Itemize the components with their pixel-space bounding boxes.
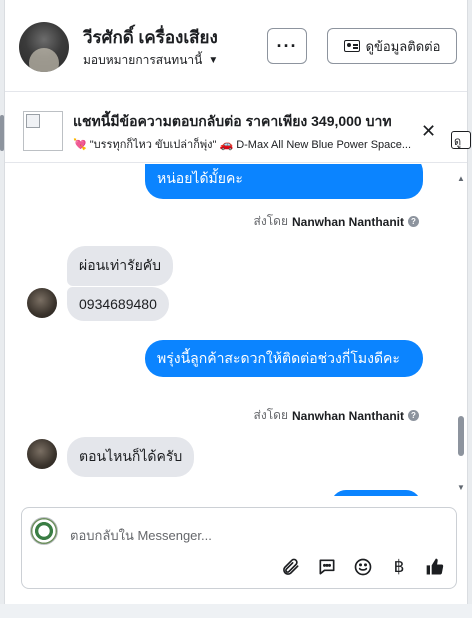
message-thread[interactable]: หน่อยได้มั้ยคะ ส่งโดย Nanwhan Nanthanit …: [5, 164, 467, 496]
message-bubble-incoming[interactable]: ผ่อนเท่ารัยคับ: [67, 246, 174, 286]
info-icon[interactable]: ?: [408, 216, 419, 227]
message-bubble-partial: [331, 490, 421, 496]
ad-thumbnail: [23, 111, 63, 151]
composer-toolbar: ฿: [280, 556, 446, 578]
baht-icon[interactable]: ฿: [388, 556, 410, 578]
conversation-panel: วีรศักดิ์ เครื่องเสียง มอบหมายการสนทนานี…: [4, 0, 471, 604]
ad-view-button[interactable]: ดู: [451, 131, 471, 149]
card-icon: [343, 40, 360, 52]
side-resize-handle[interactable]: [0, 115, 4, 151]
assign-label: มอบหมายการสนทนานี้: [83, 53, 203, 67]
message-bubble-outgoing[interactable]: พรุ่งนี้ลูกค้าสะดวกให้ติดต่อช่วงกี่โมงดี…: [145, 340, 423, 377]
ad-subtitle: 💘 "บรรทุกก็ไหว ขับเปล่าก็พุ่ง" 🚗 D-Max A…: [73, 139, 412, 151]
scrollbar-thumb[interactable]: [458, 416, 464, 456]
assign-dropdown[interactable]: มอบหมายการสนทนานี้ ▼: [83, 51, 218, 70]
reply-input[interactable]: ตอบกลับใน Messenger...: [70, 525, 212, 546]
page-avatar: [30, 517, 58, 545]
attach-icon[interactable]: [280, 556, 302, 578]
chevron-down-icon: ▼: [208, 55, 219, 66]
message-bubble-incoming[interactable]: ตอนไหนก็ได้ครับ: [67, 437, 195, 477]
contact-avatar-small: [27, 439, 57, 469]
ad-title: แชทนี้มีข้อความตอบกลับต่อ ราคาเพียง 349,…: [73, 113, 392, 129]
message-composer[interactable]: ตอบกลับใน Messenger... ฿: [21, 507, 457, 589]
emoji-icon[interactable]: [352, 556, 374, 578]
more-options-button[interactable]: ···: [267, 28, 307, 64]
contact-name[interactable]: วีรศักดิ์ เครื่องเสียง: [83, 24, 218, 51]
view-contact-label: ดูข้อมูลติดต่อ: [365, 38, 441, 54]
saved-reply-icon[interactable]: [316, 556, 338, 578]
message-bubble-incoming[interactable]: 0934689480: [67, 287, 169, 321]
sent-by-label: ส่งโดย Nanwhan Nanthanit ?: [254, 212, 419, 231]
view-contact-button[interactable]: ดูข้อมูลติดต่อ: [327, 28, 457, 64]
message-bubble-outgoing[interactable]: หน่อยได้มั้ยคะ: [145, 164, 423, 199]
contact-avatar[interactable]: [19, 22, 69, 72]
info-icon[interactable]: ?: [408, 410, 419, 421]
scroll-up-arrow[interactable]: ▲: [457, 174, 465, 183]
ad-banner[interactable]: แชทนี้มีข้อความตอบกลับต่อ ราคาเพียง 349,…: [5, 93, 471, 163]
conversation-header: วีรศักดิ์ เครื่องเสียง มอบหมายการสนทนานี…: [5, 0, 467, 92]
close-icon[interactable]: ✕: [421, 121, 436, 142]
contact-avatar-small: [27, 288, 57, 318]
page-footer-strip: [0, 604, 472, 618]
sent-by-label: ส่งโดย Nanwhan Nanthanit ?: [254, 406, 419, 425]
scroll-down-arrow[interactable]: ▼: [457, 483, 465, 492]
like-icon[interactable]: [424, 556, 446, 578]
